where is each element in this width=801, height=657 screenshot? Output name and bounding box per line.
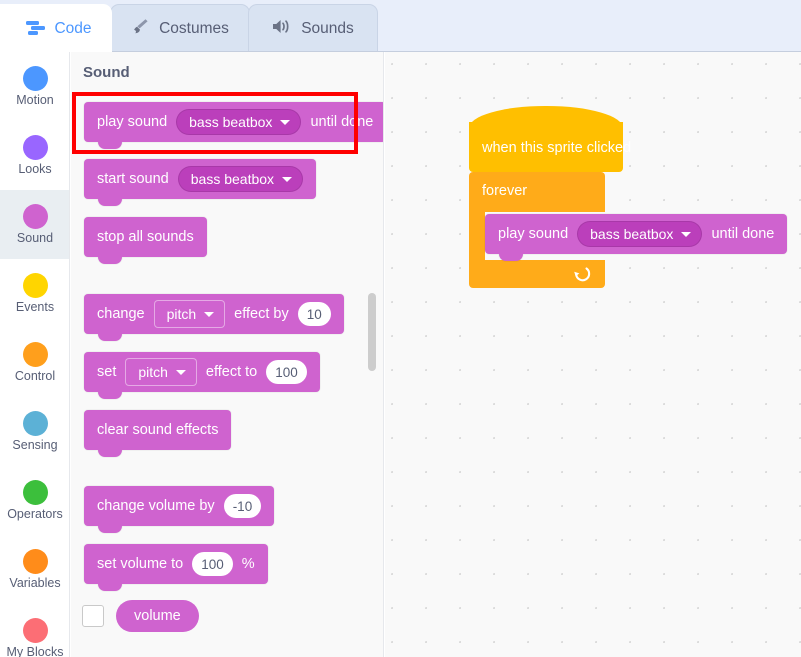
sidebar-item-my-blocks[interactable]: My Blocks (0, 604, 69, 657)
forever-block-bottom (469, 260, 605, 288)
sidebar-item-label: Motion (16, 93, 54, 107)
scratch-editor-window: Code Costumes Sounds Motion Looks Sound … (0, 0, 801, 657)
events-color-dot (22, 273, 48, 298)
block-label: % (241, 556, 255, 572)
sound-color-dot (22, 204, 48, 229)
block-label: clear sound effects (97, 422, 219, 438)
block-label: volume (134, 608, 181, 624)
palette-scrollbar-thumb[interactable] (368, 293, 376, 371)
palette-block-change-sound-effect[interactable]: change pitch effect by 10 (84, 294, 344, 341)
block-label: set (97, 364, 117, 380)
palette-block-set-volume[interactable]: set volume to 100 % (84, 544, 268, 591)
paintbrush-icon (131, 17, 150, 41)
sidebar-item-label: Sensing (12, 438, 58, 452)
effect-dropdown-value: pitch (166, 306, 197, 322)
sidebar-item-label: Control (14, 369, 56, 383)
tab-code[interactable]: Code (0, 4, 112, 52)
sound-dropdown[interactable]: bass beatbox (176, 109, 302, 135)
palette-block-stop-all-sounds[interactable]: stop all sounds (84, 217, 207, 264)
block-label: change (97, 306, 145, 322)
script-block-play-sound-until-done[interactable]: play sound bass beatbox until done (485, 214, 788, 261)
palette-scrollbar[interactable] (366, 52, 378, 657)
sidebar-item-label: Events (15, 300, 55, 314)
effect-amount-input[interactable]: 10 (297, 302, 331, 326)
palette-block-clear-sound-effects[interactable]: clear sound effects (84, 410, 232, 457)
sidebar-item-label: Variables (9, 576, 61, 590)
variables-color-dot (22, 549, 48, 574)
tab-label: Sounds (301, 19, 354, 37)
effect-dropdown[interactable]: pitch (153, 300, 226, 328)
script-block-when-this-sprite-clicked[interactable]: when this sprite clicked (469, 106, 631, 179)
control-color-dot (22, 342, 48, 367)
palette-block-change-volume[interactable]: change volume by -10 (84, 486, 275, 533)
sidebar-item-control[interactable]: Control (0, 328, 69, 397)
volume-delta-input[interactable]: -10 (223, 494, 262, 518)
block-label: start sound (97, 171, 169, 187)
block-label: effect to (205, 364, 258, 380)
block-label: change volume by (97, 498, 215, 514)
editor-tab-bar: Code Costumes Sounds (0, 0, 801, 52)
code-blocks-icon (26, 21, 46, 36)
volume-value-input[interactable]: 100 (192, 552, 233, 576)
tab-label: Costumes (159, 19, 229, 37)
sidebar-item-label: Operators (7, 507, 63, 521)
sidebar-item-sound[interactable]: Sound (0, 190, 69, 259)
palette-block-set-sound-effect[interactable]: set pitch effect to 100 (84, 352, 320, 399)
sidebar-item-variables[interactable]: Variables (0, 535, 69, 604)
sidebar-item-operators[interactable]: Operators (0, 466, 69, 535)
sidebar-item-looks[interactable]: Looks (0, 121, 69, 190)
block-palette[interactable]: Sound play sound bass beatbox until done… (71, 52, 384, 657)
block-label: set volume to (97, 556, 184, 572)
effect-value-input[interactable]: 100 (266, 360, 307, 384)
sidebar-item-label: My Blocks (6, 645, 64, 657)
sidebar-item-sensing[interactable]: Sensing (0, 397, 69, 466)
volume-monitor-checkbox[interactable] (82, 605, 104, 627)
tab-costumes[interactable]: Costumes (110, 4, 250, 52)
sound-dropdown-value: bass beatbox (189, 114, 273, 130)
palette-block-play-sound-until-done[interactable]: play sound bass beatbox until done (84, 102, 383, 149)
effect-dropdown[interactable]: pitch (125, 358, 197, 386)
chevron-down-icon (282, 176, 293, 182)
block-category-sidebar: Motion Looks Sound Events Control Sensin… (0, 52, 70, 657)
forever-block-arm (469, 212, 485, 260)
palette-block-start-sound[interactable]: start sound bass beatbox (84, 159, 317, 206)
sidebar-item-motion[interactable]: Motion (0, 52, 69, 121)
effect-dropdown-value: pitch (138, 364, 168, 380)
block-label: play sound (97, 114, 168, 130)
palette-section-header: Sound (83, 64, 130, 81)
chevron-down-icon (681, 231, 692, 237)
tab-sounds[interactable]: Sounds (248, 4, 378, 52)
sidebar-item-label: Sound (16, 231, 54, 245)
chevron-down-icon (204, 311, 215, 317)
palette-block-volume-reporter[interactable]: volume (116, 600, 199, 632)
chevron-down-icon (280, 119, 291, 125)
block-label: effect by (234, 306, 289, 322)
forever-block-top: forever (469, 172, 605, 212)
tab-label: Code (54, 19, 92, 37)
my-blocks-color-dot (22, 618, 48, 643)
operators-color-dot (22, 480, 48, 505)
block-label: when this sprite clicked (482, 140, 632, 156)
block-label: play sound (498, 226, 569, 242)
sidebar-item-label: Looks (18, 162, 52, 176)
speaker-icon (272, 18, 292, 40)
motion-color-dot (22, 66, 48, 91)
sensing-color-dot (22, 411, 48, 436)
looks-color-dot (22, 135, 48, 160)
sound-dropdown[interactable]: bass beatbox (577, 221, 703, 247)
script-canvas[interactable]: when this sprite clicked forever play so… (385, 52, 801, 657)
sound-dropdown[interactable]: bass beatbox (177, 166, 304, 192)
block-label: until done (310, 114, 374, 130)
sound-dropdown-value: bass beatbox (590, 226, 674, 242)
hat-block-cap (469, 106, 623, 128)
sidebar-item-events[interactable]: Events (0, 259, 69, 328)
sound-dropdown-value: bass beatbox (190, 171, 275, 187)
block-label: forever (482, 183, 528, 199)
block-label: stop all sounds (97, 229, 194, 245)
loop-arrow-icon (571, 263, 591, 283)
block-label: until done (711, 226, 775, 242)
chevron-down-icon (175, 369, 186, 375)
